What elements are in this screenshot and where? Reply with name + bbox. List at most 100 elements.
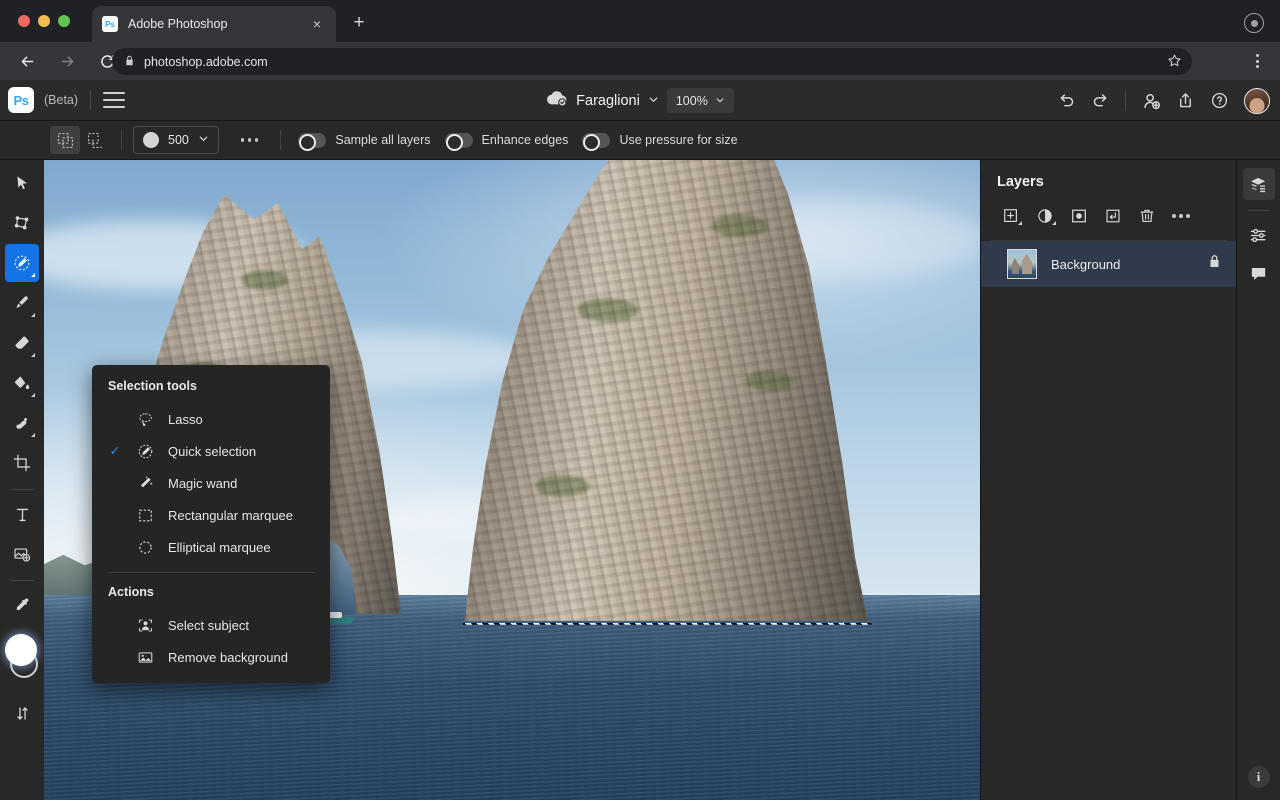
- transform-tool[interactable]: [5, 204, 39, 242]
- new-selection-button[interactable]: [50, 126, 80, 154]
- chevron-down-icon[interactable]: [648, 94, 659, 108]
- zoom-level-dropdown[interactable]: 100%: [666, 88, 734, 113]
- chevron-down-icon: [715, 94, 725, 108]
- eyedropper-tool[interactable]: [5, 586, 39, 624]
- toggle-label: Use pressure for size: [619, 133, 738, 147]
- tools-toolbar: [0, 160, 44, 800]
- panel-title: Layers: [997, 174, 1044, 190]
- photoshop-icon: Ps: [102, 16, 118, 32]
- lock-icon: [124, 53, 135, 71]
- minimize-window-button[interactable]: [38, 15, 50, 27]
- divider: [10, 489, 34, 490]
- comments-panel-tab[interactable]: [1243, 257, 1275, 289]
- invite-button[interactable]: [1136, 86, 1166, 116]
- share-button[interactable]: [1170, 86, 1200, 116]
- move-tool[interactable]: [5, 164, 39, 202]
- brush-tool[interactable]: [5, 284, 39, 322]
- menu-item-label: Magic wand: [168, 475, 238, 491]
- address-bar[interactable]: photoshop.adobe.com: [112, 48, 1192, 75]
- close-window-button[interactable]: [18, 15, 30, 27]
- help-button[interactable]: [1204, 86, 1234, 116]
- beta-label: (Beta): [44, 93, 79, 107]
- browser-tab[interactable]: Ps Adobe Photoshop ×: [92, 6, 336, 42]
- adjustment-layer-button[interactable]: [1029, 202, 1061, 230]
- eraser-tool[interactable]: [5, 324, 39, 362]
- flyout-indicator: [1018, 221, 1022, 225]
- properties-panel-tab[interactable]: [1243, 219, 1275, 251]
- layers-panel-toolbar: [981, 190, 1236, 240]
- extensions-icon[interactable]: [1244, 13, 1264, 33]
- type-tool[interactable]: [5, 495, 39, 533]
- document-name[interactable]: Faraglioni: [576, 93, 640, 109]
- selection-tools-flyout-menu[interactable]: Selection tools Lasso ✓ Quick selection: [92, 365, 330, 683]
- layers-panel-tab[interactable]: [1242, 168, 1275, 200]
- clone-stamp-tool[interactable]: [5, 404, 39, 442]
- elliptical-marquee-icon: [134, 539, 156, 556]
- place-image-tool[interactable]: [5, 535, 39, 573]
- more-options-button[interactable]: [240, 138, 259, 142]
- magic-wand-icon: [134, 475, 156, 492]
- checkmark-icon: ✓: [109, 443, 121, 458]
- browser-menu-icon[interactable]: [1246, 50, 1268, 72]
- divider: [280, 130, 282, 150]
- menu-item-select-subject[interactable]: Select subject: [92, 609, 330, 641]
- image-canvas[interactable]: Selection tools Lasso ✓ Quick selection: [44, 160, 980, 800]
- toggle-switch[interactable]: [444, 132, 473, 151]
- menu-item-magic-wand[interactable]: Magic wand: [92, 467, 330, 499]
- back-button[interactable]: [12, 46, 42, 76]
- divider: [90, 90, 92, 110]
- vegetation: [242, 270, 288, 290]
- toggle-switch[interactable]: [582, 132, 611, 151]
- new-tab-button[interactable]: +: [348, 13, 370, 35]
- menu-item-label: Lasso: [168, 411, 203, 427]
- layer-more-button[interactable]: [1165, 202, 1197, 230]
- toggle-switch[interactable]: [298, 132, 327, 151]
- info-button[interactable]: i: [1247, 766, 1270, 788]
- rectangular-marquee-icon: [134, 507, 156, 524]
- layer-thumbnail: [1007, 249, 1037, 279]
- divider: [121, 130, 122, 150]
- arrange-tool[interactable]: [5, 694, 39, 732]
- url-text: photoshop.adobe.com: [144, 54, 268, 69]
- tab-title: Adobe Photoshop: [128, 17, 228, 31]
- paint-bucket-tool[interactable]: [5, 364, 39, 402]
- menu-item-remove-background[interactable]: Remove background: [92, 641, 330, 673]
- cloud-saved-icon: [546, 89, 568, 112]
- delete-layer-button[interactable]: [1131, 202, 1163, 230]
- menu-item-label: Remove background: [168, 649, 288, 665]
- close-icon[interactable]: ×: [308, 15, 326, 33]
- hamburger-menu-icon[interactable]: [103, 92, 126, 108]
- layers-panel: Layers Background: [980, 160, 1236, 800]
- redo-button[interactable]: [1085, 86, 1115, 116]
- add-layer-button[interactable]: [995, 202, 1027, 230]
- maximize-window-button[interactable]: [58, 15, 70, 27]
- sample-all-layers-toggle[interactable]: Sample all layers: [298, 132, 431, 151]
- layer-mask-button[interactable]: [1063, 202, 1095, 230]
- bookmark-star-icon[interactable]: [1167, 53, 1182, 73]
- enhance-edges-toggle[interactable]: Enhance edges: [444, 132, 568, 151]
- flyout-indicator: [31, 313, 35, 317]
- menu-item-quick-selection[interactable]: ✓ Quick selection: [92, 435, 330, 467]
- subtract-selection-button[interactable]: [80, 126, 110, 154]
- quick-selection-tool[interactable]: [5, 244, 39, 282]
- photoshop-logo-icon[interactable]: Ps: [8, 87, 34, 113]
- menu-item-label: Select subject: [168, 617, 249, 633]
- menu-item-label: Quick selection: [168, 443, 257, 459]
- foreground-color-swatch[interactable]: [5, 634, 37, 666]
- undo-button[interactable]: [1051, 86, 1081, 116]
- use-pressure-toggle[interactable]: Use pressure for size: [582, 132, 738, 151]
- clipping-mask-button[interactable]: [1097, 202, 1129, 230]
- brush-size-dropdown[interactable]: 500: [133, 126, 219, 154]
- foreground-background-swatches[interactable]: [2, 632, 42, 684]
- menu-item-rectangular-marquee[interactable]: Rectangular marquee: [92, 499, 330, 531]
- lock-icon[interactable]: [1207, 254, 1222, 274]
- table-row[interactable]: Background: [981, 241, 1236, 287]
- menu-item-elliptical-marquee[interactable]: Elliptical marquee: [92, 531, 330, 563]
- user-avatar[interactable]: [1244, 87, 1270, 114]
- flyout-indicator: [31, 273, 35, 277]
- right-rail: i: [1236, 160, 1280, 800]
- remove-background-icon: [134, 649, 156, 666]
- crop-tool[interactable]: [5, 444, 39, 482]
- forward-button[interactable]: [52, 46, 82, 76]
- menu-item-lasso[interactable]: Lasso: [92, 403, 330, 435]
